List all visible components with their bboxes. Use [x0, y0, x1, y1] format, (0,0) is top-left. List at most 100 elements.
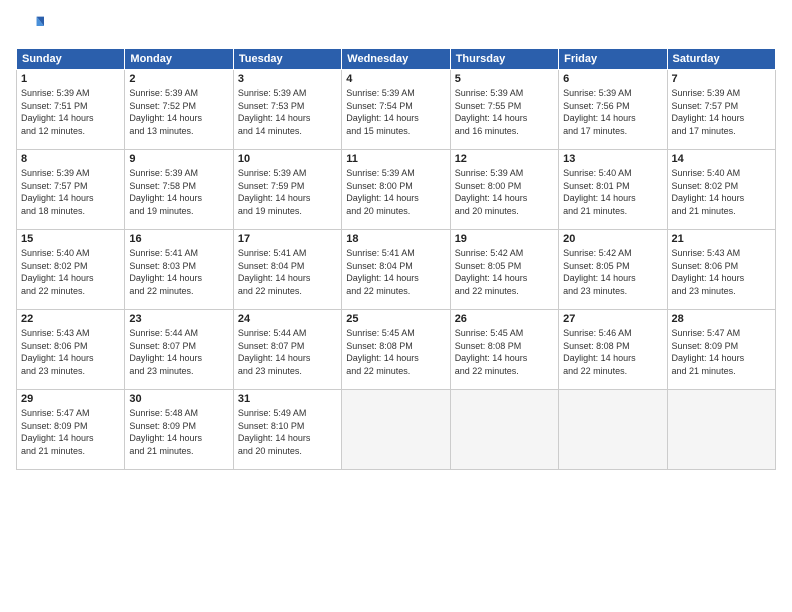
- day-info: Sunrise: 5:39 AM Sunset: 7:58 PM Dayligh…: [129, 167, 228, 217]
- day-number: 10: [238, 153, 337, 165]
- calendar-cell: 25Sunrise: 5:45 AM Sunset: 8:08 PM Dayli…: [342, 310, 450, 390]
- calendar-cell: 3 Sunrise: 5:39 AM Sunset: 7:53 PM Daylig…: [233, 70, 341, 150]
- day-info: Sunrise: 5:43 AM Sunset: 8:06 PM Dayligh…: [21, 327, 120, 377]
- calendar-cell: [450, 390, 558, 470]
- day-number: 26: [455, 313, 554, 325]
- calendar-cell: 2 Sunrise: 5:39 AM Sunset: 7:52 PM Daylig…: [125, 70, 233, 150]
- calendar-cell: 20Sunrise: 5:42 AM Sunset: 8:05 PM Dayli…: [559, 230, 667, 310]
- day-number: 27: [563, 313, 662, 325]
- day-number: 5: [455, 73, 554, 85]
- calendar-cell: 15Sunrise: 5:40 AM Sunset: 8:02 PM Dayli…: [17, 230, 125, 310]
- day-number: 9: [129, 153, 228, 165]
- day-number: 11: [346, 153, 445, 165]
- calendar-cell: 8Sunrise: 5:39 AM Sunset: 7:57 PM Daylig…: [17, 150, 125, 230]
- logo: [16, 12, 48, 40]
- day-number: 4: [346, 73, 445, 85]
- week-row-4: 22 Sunrise: 5:43 AM Sunset: 8:06 PM Dayli…: [17, 310, 776, 390]
- calendar-header-row: SundayMondayTuesdayWednesdayThursdayFrid…: [17, 49, 776, 70]
- day-info: Sunrise: 5:39 AM Sunset: 7:57 PM Dayligh…: [672, 87, 771, 137]
- day-info: Sunrise: 5:47 AM Sunset: 8:09 PM Dayligh…: [672, 327, 771, 377]
- week-row-3: 15Sunrise: 5:40 AM Sunset: 8:02 PM Dayli…: [17, 230, 776, 310]
- day-number: 12: [455, 153, 554, 165]
- calendar-cell: 6Sunrise: 5:39 AM Sunset: 7:56 PM Daylig…: [559, 70, 667, 150]
- day-info: Sunrise: 5:48 AM Sunset: 8:09 PM Dayligh…: [129, 407, 228, 457]
- week-row-1: 1 Sunrise: 5:39 AM Sunset: 7:51 PM Daylig…: [17, 70, 776, 150]
- calendar-cell: 1 Sunrise: 5:39 AM Sunset: 7:51 PM Daylig…: [17, 70, 125, 150]
- calendar-cell: 22 Sunrise: 5:43 AM Sunset: 8:06 PM Dayli…: [17, 310, 125, 390]
- logo-icon: [16, 12, 44, 40]
- day-header-saturday: Saturday: [667, 49, 775, 70]
- day-number: 8: [21, 153, 120, 165]
- day-info: Sunrise: 5:39 AM Sunset: 7:59 PM Dayligh…: [238, 167, 337, 217]
- calendar-cell: 17Sunrise: 5:41 AM Sunset: 8:04 PM Dayli…: [233, 230, 341, 310]
- day-header-thursday: Thursday: [450, 49, 558, 70]
- day-number: 7: [672, 73, 771, 85]
- day-info: Sunrise: 5:47 AM Sunset: 8:09 PM Dayligh…: [21, 407, 120, 457]
- day-number: 29: [21, 393, 120, 405]
- calendar-cell: 29 Sunrise: 5:47 AM Sunset: 8:09 PM Dayli…: [17, 390, 125, 470]
- day-number: 1: [21, 73, 120, 85]
- day-info: Sunrise: 5:39 AM Sunset: 8:00 PM Dayligh…: [455, 167, 554, 217]
- calendar-cell: 30 Sunrise: 5:48 AM Sunset: 8:09 PM Dayli…: [125, 390, 233, 470]
- day-header-friday: Friday: [559, 49, 667, 70]
- day-number: 2: [129, 73, 228, 85]
- day-number: 22: [21, 313, 120, 325]
- day-info: Sunrise: 5:43 AM Sunset: 8:06 PM Dayligh…: [672, 247, 771, 297]
- day-number: 24: [238, 313, 337, 325]
- week-row-5: 29 Sunrise: 5:47 AM Sunset: 8:09 PM Dayli…: [17, 390, 776, 470]
- day-number: 14: [672, 153, 771, 165]
- calendar-cell: 9 Sunrise: 5:39 AM Sunset: 7:58 PM Daylig…: [125, 150, 233, 230]
- calendar-cell: 23 Sunrise: 5:44 AM Sunset: 8:07 PM Dayli…: [125, 310, 233, 390]
- day-number: 23: [129, 313, 228, 325]
- calendar-cell: 26 Sunrise: 5:45 AM Sunset: 8:08 PM Dayli…: [450, 310, 558, 390]
- calendar-cell: 12 Sunrise: 5:39 AM Sunset: 8:00 PM Dayli…: [450, 150, 558, 230]
- day-number: 21: [672, 233, 771, 245]
- calendar-cell: 31 Sunrise: 5:49 AM Sunset: 8:10 PM Dayli…: [233, 390, 341, 470]
- day-info: Sunrise: 5:40 AM Sunset: 8:01 PM Dayligh…: [563, 167, 662, 217]
- day-info: Sunrise: 5:41 AM Sunset: 8:04 PM Dayligh…: [346, 247, 445, 297]
- day-number: 30: [129, 393, 228, 405]
- day-number: 18: [346, 233, 445, 245]
- day-info: Sunrise: 5:39 AM Sunset: 7:51 PM Dayligh…: [21, 87, 120, 137]
- day-info: Sunrise: 5:40 AM Sunset: 8:02 PM Dayligh…: [21, 247, 120, 297]
- day-info: Sunrise: 5:39 AM Sunset: 7:55 PM Dayligh…: [455, 87, 554, 137]
- calendar-page: SundayMondayTuesdayWednesdayThursdayFrid…: [0, 0, 792, 612]
- calendar-cell: 28Sunrise: 5:47 AM Sunset: 8:09 PM Dayli…: [667, 310, 775, 390]
- calendar-cell: 16Sunrise: 5:41 AM Sunset: 8:03 PM Dayli…: [125, 230, 233, 310]
- day-number: 25: [346, 313, 445, 325]
- calendar-cell: 24Sunrise: 5:44 AM Sunset: 8:07 PM Dayli…: [233, 310, 341, 390]
- day-header-wednesday: Wednesday: [342, 49, 450, 70]
- header: [16, 12, 776, 40]
- calendar-cell: 10 Sunrise: 5:39 AM Sunset: 7:59 PM Dayli…: [233, 150, 341, 230]
- day-info: Sunrise: 5:46 AM Sunset: 8:08 PM Dayligh…: [563, 327, 662, 377]
- day-header-sunday: Sunday: [17, 49, 125, 70]
- day-info: Sunrise: 5:42 AM Sunset: 8:05 PM Dayligh…: [563, 247, 662, 297]
- day-info: Sunrise: 5:44 AM Sunset: 8:07 PM Dayligh…: [129, 327, 228, 377]
- day-info: Sunrise: 5:39 AM Sunset: 7:54 PM Dayligh…: [346, 87, 445, 137]
- calendar-cell: [667, 390, 775, 470]
- day-info: Sunrise: 5:41 AM Sunset: 8:04 PM Dayligh…: [238, 247, 337, 297]
- day-header-tuesday: Tuesday: [233, 49, 341, 70]
- day-number: 19: [455, 233, 554, 245]
- calendar-cell: 13Sunrise: 5:40 AM Sunset: 8:01 PM Dayli…: [559, 150, 667, 230]
- calendar-cell: 7 Sunrise: 5:39 AM Sunset: 7:57 PM Daylig…: [667, 70, 775, 150]
- day-number: 3: [238, 73, 337, 85]
- calendar-cell: [342, 390, 450, 470]
- day-info: Sunrise: 5:39 AM Sunset: 7:56 PM Dayligh…: [563, 87, 662, 137]
- day-info: Sunrise: 5:39 AM Sunset: 7:53 PM Dayligh…: [238, 87, 337, 137]
- week-row-2: 8Sunrise: 5:39 AM Sunset: 7:57 PM Daylig…: [17, 150, 776, 230]
- day-info: Sunrise: 5:49 AM Sunset: 8:10 PM Dayligh…: [238, 407, 337, 457]
- calendar-table: SundayMondayTuesdayWednesdayThursdayFrid…: [16, 48, 776, 470]
- day-header-monday: Monday: [125, 49, 233, 70]
- day-number: 31: [238, 393, 337, 405]
- day-info: Sunrise: 5:39 AM Sunset: 8:00 PM Dayligh…: [346, 167, 445, 217]
- calendar-cell: [559, 390, 667, 470]
- calendar-cell: 5 Sunrise: 5:39 AM Sunset: 7:55 PM Daylig…: [450, 70, 558, 150]
- calendar-cell: 14Sunrise: 5:40 AM Sunset: 8:02 PM Dayli…: [667, 150, 775, 230]
- day-info: Sunrise: 5:41 AM Sunset: 8:03 PM Dayligh…: [129, 247, 228, 297]
- day-info: Sunrise: 5:39 AM Sunset: 7:52 PM Dayligh…: [129, 87, 228, 137]
- day-info: Sunrise: 5:42 AM Sunset: 8:05 PM Dayligh…: [455, 247, 554, 297]
- calendar-cell: 11 Sunrise: 5:39 AM Sunset: 8:00 PM Dayli…: [342, 150, 450, 230]
- day-info: Sunrise: 5:45 AM Sunset: 8:08 PM Dayligh…: [455, 327, 554, 377]
- calendar-cell: 18 Sunrise: 5:41 AM Sunset: 8:04 PM Dayli…: [342, 230, 450, 310]
